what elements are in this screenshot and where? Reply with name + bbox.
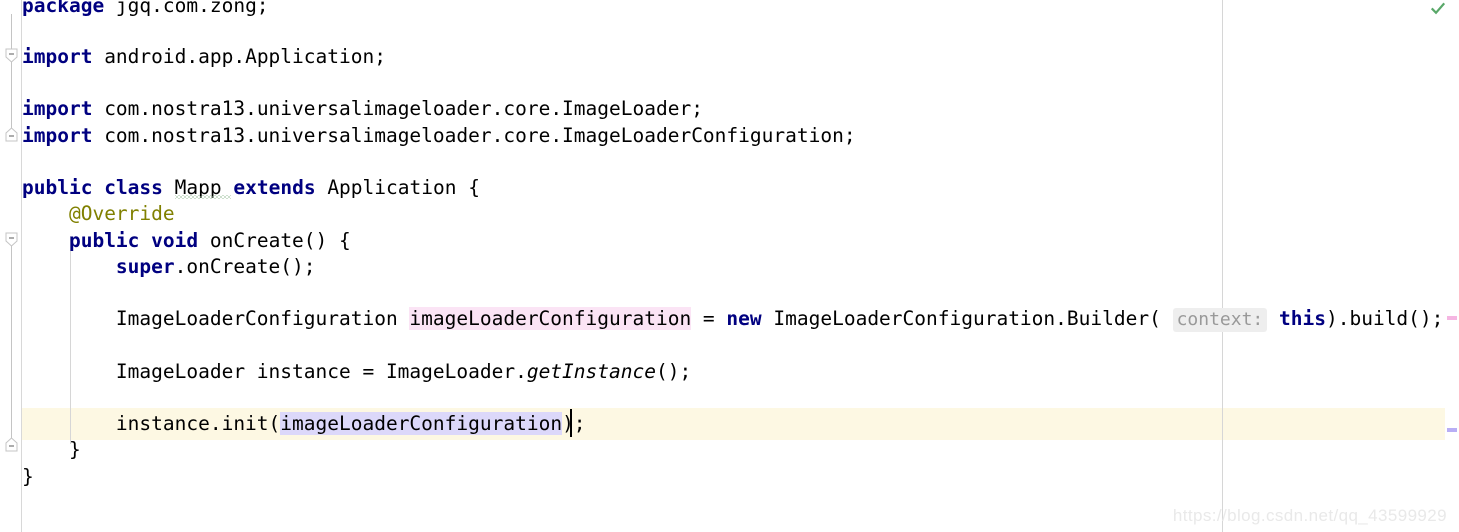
package-name: jgq.com.zong; — [104, 0, 269, 17]
init-call: instance.init( — [115, 412, 281, 435]
keyword-void: void — [151, 229, 199, 252]
superclass-name: Application — [327, 176, 457, 199]
keyword-import: import — [22, 97, 93, 120]
keyword-public: public — [68, 229, 140, 252]
keyword-import: import — [22, 45, 93, 68]
selected-variable-imageloaderconfiguration: imageLoaderConfiguration — [280, 412, 563, 435]
import-path: com.nostra13.universalimageloader.core.I… — [92, 124, 856, 147]
keyword-new: new — [726, 307, 762, 330]
code-line-instance-init[interactable]: instance.init(imageLoaderConfiguration); — [0, 408, 586, 440]
keyword-public: public — [22, 176, 93, 199]
import-path: com.nostra13.universalimageloader.core.I… — [92, 97, 703, 120]
open-brace: { — [456, 176, 480, 199]
text-caret — [570, 409, 572, 437]
watermark-text: https://blog.csdn.net/qq_43599929 — [1172, 506, 1447, 525]
code-line-package[interactable]: package jgq.com.zong; — [0, 0, 269, 22]
green-check-icon[interactable] — [1430, 1, 1446, 15]
builder-call: ImageLoaderConfiguration.Builder( — [761, 307, 1173, 330]
declared-type: ImageLoaderConfiguration — [115, 307, 410, 330]
close-brace: } — [22, 465, 34, 488]
instance-decl: ImageLoader instance = ImageLoader. — [115, 360, 527, 383]
write-usage-mark[interactable] — [1447, 316, 1457, 320]
assign-operator: = — [691, 307, 727, 330]
code-line-class-close-brace[interactable]: } — [0, 461, 34, 493]
error-stripe-scrollbar[interactable] — [1445, 0, 1459, 532]
code-editor[interactable]: package jgq.com.zong; import android.app… — [0, 0, 1459, 532]
code-line-imageloaderconfiguration-init[interactable]: ImageLoaderConfiguration imageLoaderConf… — [0, 303, 1443, 335]
annotation-override: @Override — [68, 202, 175, 225]
keyword-super: super — [115, 255, 175, 278]
keyword-this: this — [1279, 307, 1326, 330]
static-method-getinstance: getInstance — [526, 360, 656, 383]
code-line-import-imageloaderconfiguration[interactable]: import com.nostra13.universalimageloader… — [0, 120, 856, 152]
method-signature: onCreate() { — [198, 229, 351, 252]
close-brace: } — [68, 438, 81, 461]
build-tail: ).build(); — [1325, 307, 1444, 330]
variable-imageloaderconfiguration: imageLoaderConfiguration — [409, 307, 692, 330]
selection-mark[interactable] — [1447, 428, 1457, 432]
spellcheck-squiggle-mapp — [175, 195, 231, 199]
super-call: .onCreate(); — [174, 255, 316, 278]
parameter-hint-context: context: — [1172, 308, 1268, 332]
import-path: android.app.Application; — [92, 45, 386, 68]
code-text-area[interactable]: package jgq.com.zong; import android.app… — [0, 0, 1459, 532]
keyword-import: import — [22, 124, 93, 147]
keyword-package: package — [22, 0, 105, 17]
keyword-extends: extends — [233, 176, 316, 199]
code-line-super-oncreate[interactable]: super.onCreate(); — [0, 251, 316, 283]
code-line-imageloader-getinstance[interactable]: ImageLoader instance = ImageLoader.getIn… — [0, 356, 691, 388]
code-line-import-application[interactable]: import android.app.Application; — [0, 41, 386, 73]
keyword-class: class — [104, 176, 163, 199]
init-tail: ); — [562, 412, 586, 435]
call-parens: (); — [655, 360, 692, 383]
